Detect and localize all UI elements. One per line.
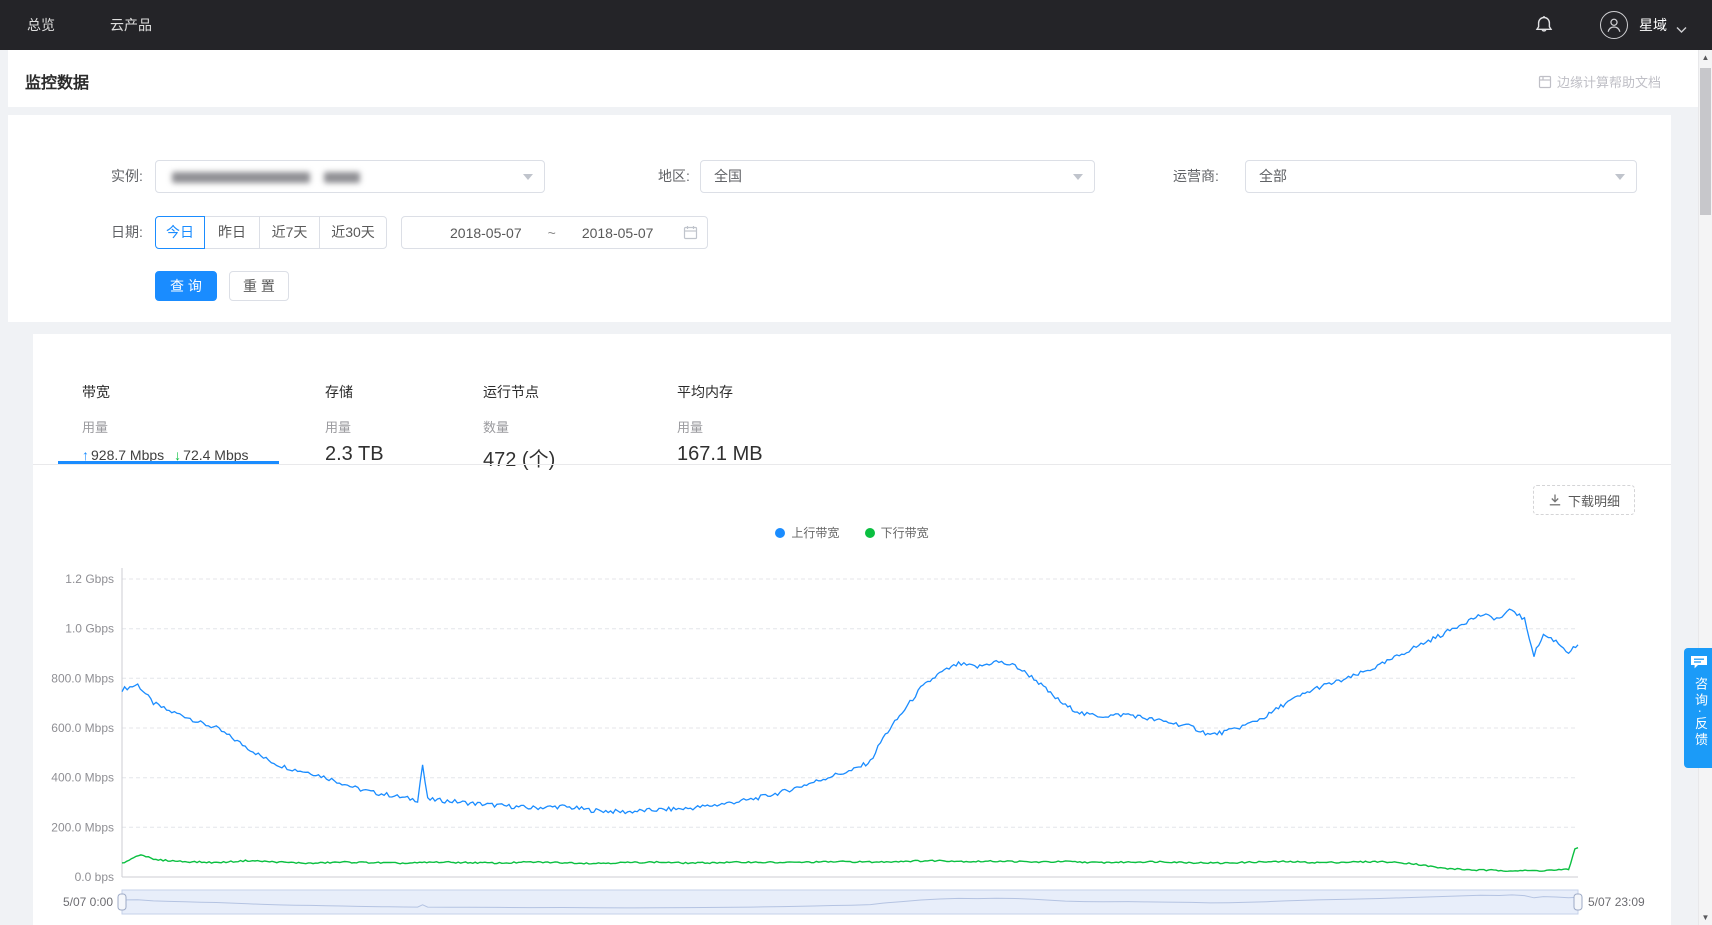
- monitor-data-panel: 带宽 用量 ↑928.7 Mbps↓72.4 Mbps 存储 用量 2.3 TB…: [33, 334, 1671, 925]
- edge-computing-monitor-page: 总览 云产品 星域 监控数据: [0, 0, 1712, 925]
- query-button[interactable]: 查 询: [155, 271, 217, 301]
- calendar-icon: [683, 225, 698, 243]
- filter-panel: 实例: 地区: 全国 运营商: 全部 日期: 今日 昨日 近7天 近30天 20…: [8, 115, 1671, 322]
- instance-select[interactable]: [155, 160, 545, 193]
- legend-dot-downstream: [865, 528, 875, 538]
- stat-title: 运行节点: [483, 382, 555, 402]
- stat-value: 167.1 MB: [677, 443, 763, 466]
- svg-text:0.0 bps: 0.0 bps: [75, 870, 114, 884]
- svg-text:600.0 Mbps: 600.0 Mbps: [51, 721, 114, 735]
- stat-sublabel: 用量: [82, 417, 249, 436]
- legend-item-downstream[interactable]: 下行带宽: [865, 524, 929, 541]
- legend-label: 上行带宽: [791, 524, 839, 541]
- page-title: 监控数据: [25, 69, 89, 93]
- region-select[interactable]: 全国: [700, 160, 1095, 193]
- isp-select[interactable]: 全部: [1245, 160, 1637, 193]
- stat-sublabel: 用量: [677, 417, 763, 436]
- date-range-separator: ~: [548, 225, 556, 241]
- page-title-bar: 监控数据 边缘计算帮助文档: [8, 50, 1698, 107]
- stat-sublabel: 数量: [483, 417, 555, 436]
- chevron-down-icon: [523, 174, 533, 180]
- date-end-value: 2018-05-07: [582, 225, 654, 241]
- consult-feedback-tab[interactable]: 咨询·反馈: [1684, 648, 1712, 768]
- stat-title: 存储: [325, 382, 384, 402]
- date-start-value: 2018-05-07: [450, 225, 522, 241]
- date-label: 日期:: [111, 216, 143, 249]
- chart-legend: 上行带宽 下行带宽: [33, 524, 1671, 541]
- user-avatar-icon[interactable]: [1600, 11, 1628, 39]
- region-label: 地区:: [658, 160, 690, 193]
- download-detail-label: 下载明细: [1568, 491, 1620, 510]
- chevron-down-icon: [1615, 174, 1625, 180]
- stat-tab-bandwidth[interactable]: 带宽 用量 ↑928.7 Mbps↓72.4 Mbps: [82, 382, 249, 463]
- stat-value: 2.3 TB: [325, 443, 384, 466]
- date-preset-30days[interactable]: 近30天: [319, 216, 387, 249]
- download-detail-button[interactable]: 下载明细: [1533, 485, 1635, 515]
- stat-value: 472 (个): [483, 443, 555, 472]
- date-preset-group: 今日 昨日 近7天 近30天: [155, 216, 387, 249]
- svg-text:5/07 0:00: 5/07 0:00: [63, 895, 113, 909]
- chat-bubble-icon: [1690, 655, 1712, 675]
- chevron-down-icon: [1676, 21, 1687, 39]
- legend-item-upstream[interactable]: 上行带宽: [775, 524, 839, 541]
- nav-item-cloud-products[interactable]: 云产品: [110, 0, 152, 50]
- scroll-up-arrow-icon[interactable]: ▲: [1699, 53, 1712, 62]
- stat-title: 平均内存: [677, 382, 763, 402]
- isp-label: 运营商:: [1173, 160, 1219, 193]
- stat-title: 带宽: [82, 382, 249, 402]
- svg-text:800.0 Mbps: 800.0 Mbps: [51, 671, 114, 685]
- chevron-down-icon: [1073, 174, 1083, 180]
- isp-value: 全部: [1259, 168, 1287, 184]
- scroll-down-arrow-icon[interactable]: ▼: [1699, 913, 1712, 922]
- download-icon: [1548, 493, 1562, 507]
- svg-text:5/07 23:09: 5/07 23:09: [1588, 895, 1645, 909]
- region-value: 全国: [714, 168, 742, 184]
- vertical-scrollbar[interactable]: ▲ ▼: [1698, 50, 1712, 925]
- user-name[interactable]: 星域: [1639, 0, 1667, 50]
- date-preset-today[interactable]: 今日: [155, 216, 205, 249]
- reset-button[interactable]: 重 置: [229, 271, 289, 301]
- svg-text:1.0 Gbps: 1.0 Gbps: [65, 622, 114, 636]
- document-icon: [1538, 75, 1552, 89]
- svg-text:400.0 Mbps: 400.0 Mbps: [51, 771, 114, 785]
- instance-value-redacted: [172, 172, 310, 183]
- stat-tab-storage[interactable]: 存储 用量 2.3 TB: [325, 382, 384, 466]
- nav-item-overview[interactable]: 总览: [27, 0, 55, 50]
- legend-label: 下行带宽: [881, 524, 929, 541]
- divider: [33, 464, 1671, 465]
- date-range-picker[interactable]: 2018-05-07 ~ 2018-05-07: [401, 216, 708, 249]
- bandwidth-line-chart[interactable]: 0.0 bps 200.0 Mbps 400.0 Mbps 600.0 Mbps 800…: [33, 555, 1671, 925]
- help-doc-label: 边缘计算帮助文档: [1557, 72, 1661, 91]
- instance-value-redacted: [324, 172, 360, 183]
- svg-text:1.2 Gbps: 1.2 Gbps: [65, 572, 114, 586]
- stat-tab-avg-memory[interactable]: 平均内存 用量 167.1 MB: [677, 382, 763, 466]
- notification-bell-icon[interactable]: [1532, 13, 1556, 37]
- help-doc-link[interactable]: 边缘计算帮助文档: [1538, 72, 1661, 91]
- date-preset-yesterday[interactable]: 昨日: [204, 216, 260, 249]
- date-preset-7days[interactable]: 近7天: [259, 216, 320, 249]
- svg-text:200.0 Mbps: 200.0 Mbps: [51, 820, 114, 834]
- scrollbar-thumb[interactable]: [1700, 68, 1711, 215]
- legend-dot-upstream: [775, 528, 785, 538]
- instance-label: 实例:: [111, 160, 143, 193]
- top-navbar: 总览 云产品 星域: [0, 0, 1712, 50]
- stat-sublabel: 用量: [325, 417, 384, 436]
- stat-tab-running-nodes[interactable]: 运行节点 数量 472 (个): [483, 382, 555, 472]
- consult-feedback-label: 咨询·反馈: [1691, 677, 1710, 748]
